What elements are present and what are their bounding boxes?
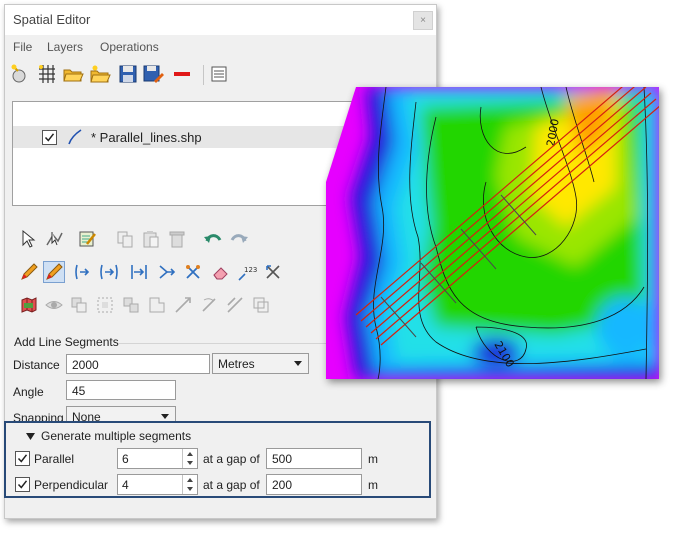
perpendicular-gap-unit: m [368, 478, 378, 492]
perpendicular-gap-input[interactable]: 200 [266, 474, 362, 495]
offset-shape-icon [253, 297, 269, 313]
expand-triangle-icon[interactable] [26, 433, 35, 440]
open-folder-star-icon[interactable] [89, 63, 111, 85]
menu-operations[interactable]: Operations [100, 40, 159, 54]
group-shapes-icon [123, 297, 139, 313]
polygon-map-icon[interactable] [19, 295, 39, 315]
stepper-buttons[interactable] [182, 475, 197, 494]
edit-toolbar-row-3 [17, 295, 307, 319]
parallel-gap-unit: m [368, 452, 378, 466]
new-layer-icon[interactable] [10, 63, 32, 85]
group-title[interactable]: Generate multiple segments [41, 429, 191, 443]
angle-label: Angle [13, 385, 44, 399]
map-canvas[interactable]: 2000 2100 [326, 87, 659, 379]
section-divider [119, 343, 329, 344]
label-values-icon[interactable]: 123 [237, 262, 257, 282]
add-line-segment-icon[interactable] [43, 261, 65, 283]
stepper-arrows-icon[interactable] [183, 449, 197, 468]
scale-feature-icon [227, 297, 243, 313]
units-select-value: Metres [218, 357, 255, 371]
reshape-icon [149, 297, 165, 313]
stepper-buttons[interactable] [182, 449, 197, 468]
perpendicular-count-stepper[interactable]: 4 [117, 474, 198, 495]
bounding-box-icon [97, 297, 113, 313]
units-select[interactable]: Metres [212, 353, 309, 374]
cross-cut-icon[interactable] [263, 262, 283, 282]
chevron-down-icon [161, 414, 169, 419]
undo-icon[interactable] [203, 229, 223, 249]
save-as-icon[interactable] [142, 63, 164, 85]
rotate-feature-icon [202, 298, 216, 312]
select-arrow-icon[interactable] [19, 229, 39, 249]
terrain-raster: 2000 2100 [326, 87, 659, 379]
perpendicular-count-value: 4 [122, 478, 129, 492]
join-both-icon[interactable] [99, 262, 119, 282]
stepper-arrows-icon[interactable] [183, 475, 197, 494]
parallel-checkbox[interactable] [15, 451, 30, 466]
add-line-segments-title: Add Line Segments [14, 335, 119, 349]
split-line-icon[interactable] [183, 262, 203, 282]
perpendicular-label: Perpendicular [34, 478, 109, 492]
generate-multiple-segments-group: Generate multiple segments Parallel 6 at… [4, 421, 431, 498]
parallel-count-value: 6 [122, 452, 129, 466]
extend-line-icon[interactable] [129, 262, 149, 282]
parallel-gap-input[interactable]: 500 [266, 448, 362, 469]
grid-icon[interactable] [36, 63, 58, 85]
menu-layers[interactable]: Layers [47, 40, 83, 54]
distance-input[interactable]: 2000 [66, 354, 210, 374]
title-bar: Spatial Editor × [5, 5, 436, 35]
angle-input[interactable]: 45 [66, 380, 176, 400]
parallel-count-stepper[interactable]: 6 [117, 448, 198, 469]
eraser-icon[interactable] [211, 262, 231, 282]
chevron-down-icon [294, 361, 302, 366]
open-folder-icon[interactable] [62, 63, 84, 85]
close-button[interactable]: × [413, 11, 433, 30]
attribute-table-icon[interactable] [208, 63, 230, 85]
move-vertex-icon [175, 297, 191, 313]
svg-text:123: 123 [244, 266, 257, 274]
parallel-label: Parallel [34, 452, 75, 466]
paste-icon [143, 231, 159, 248]
delete-icon [169, 231, 185, 248]
edit-toolbar-row-2: 123 [17, 261, 307, 286]
layer-visibility-checkbox[interactable] [42, 130, 57, 145]
perpendicular-gap-label: at a gap of [203, 478, 260, 492]
toolbar-separator [203, 65, 204, 85]
perpendicular-checkbox[interactable] [15, 477, 30, 492]
copy-shape-icon [71, 297, 87, 313]
redo-icon [230, 234, 248, 243]
copy-icon [117, 231, 133, 248]
menu-file[interactable]: File [13, 40, 32, 54]
merge-lines-icon[interactable] [157, 262, 177, 282]
window-title: Spatial Editor [13, 12, 91, 27]
join-left-icon[interactable] [73, 262, 93, 282]
pencil-icon[interactable] [19, 262, 39, 282]
select-vertex-icon[interactable] [44, 229, 64, 249]
remove-layer-icon[interactable] [171, 63, 193, 85]
edit-attributes-icon[interactable] [77, 229, 97, 249]
save-icon[interactable] [117, 63, 139, 85]
hide-icon [45, 301, 63, 309]
edit-toolbar-row-1 [17, 229, 307, 253]
distance-label: Distance [13, 358, 60, 372]
line-layer-icon [68, 129, 82, 145]
parallel-gap-label: at a gap of [203, 452, 260, 466]
layer-name: * Parallel_lines.shp [91, 130, 202, 145]
